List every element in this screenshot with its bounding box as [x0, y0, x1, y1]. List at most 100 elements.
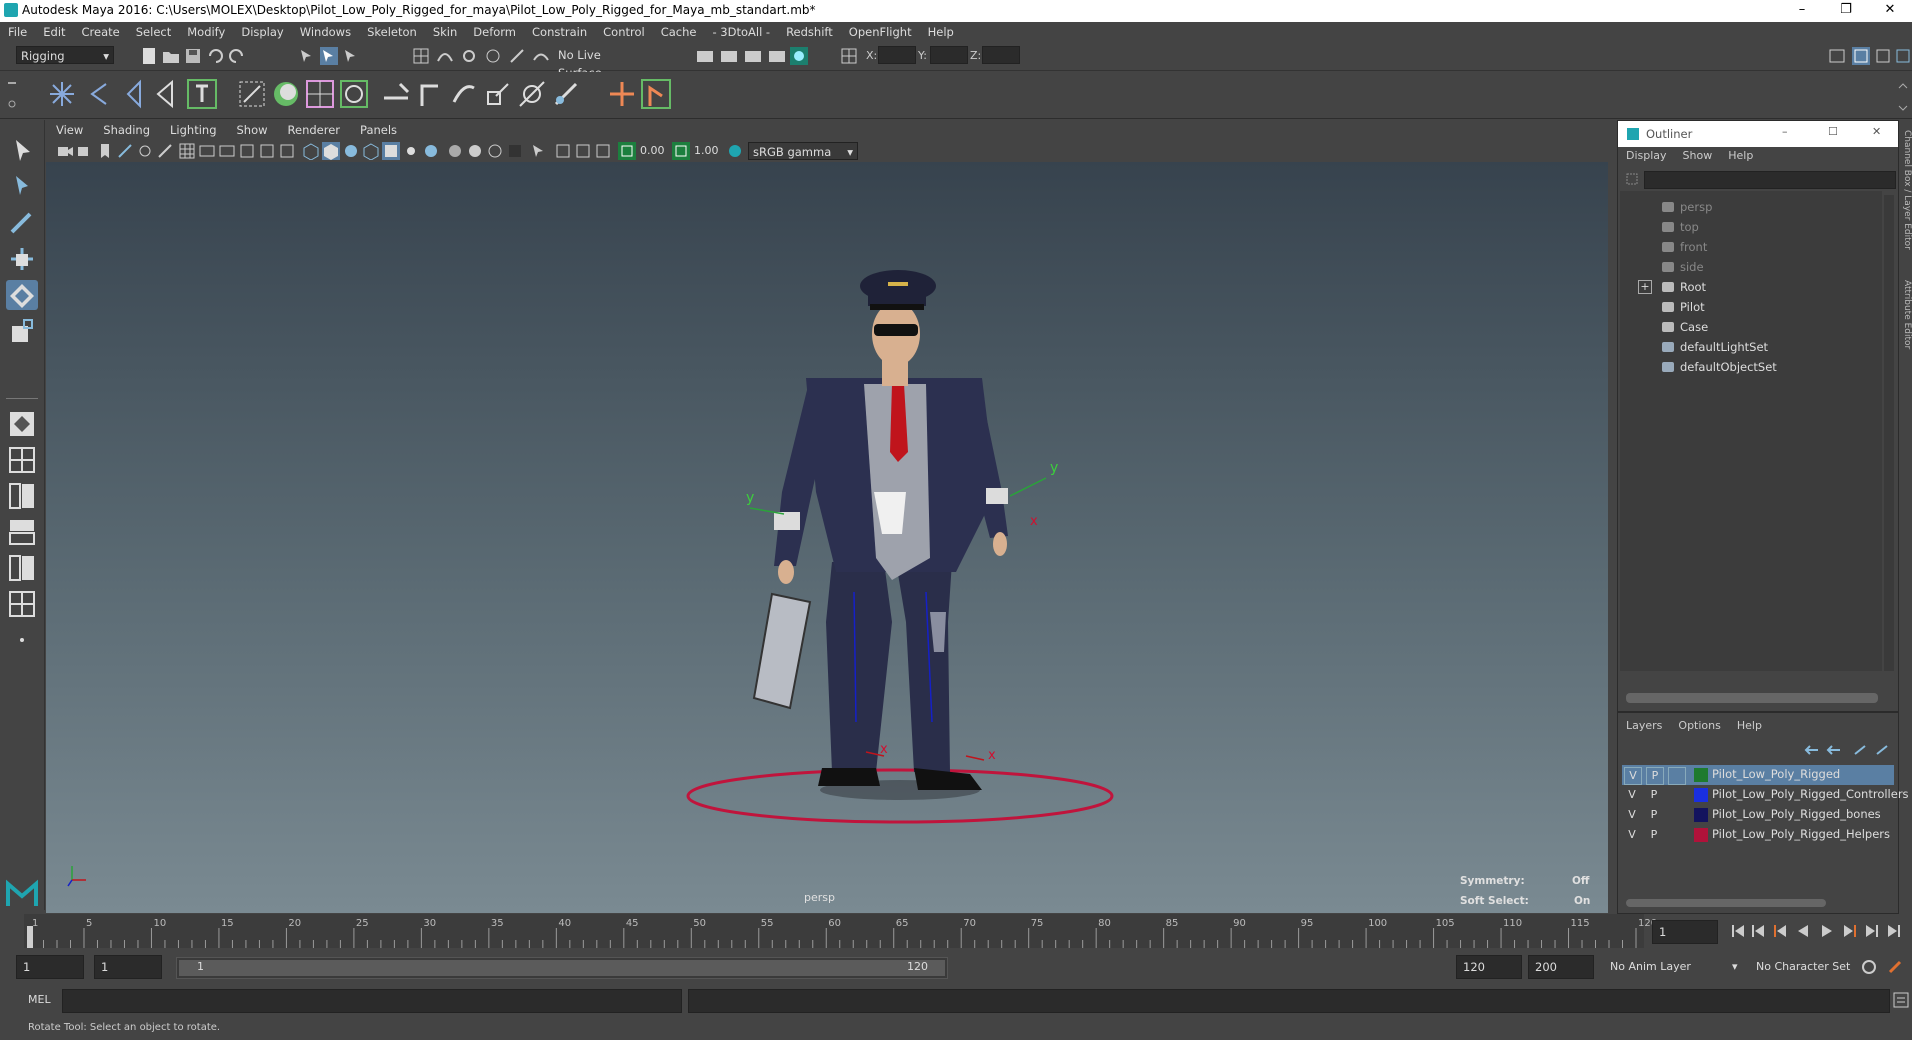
x-field[interactable] — [878, 46, 916, 64]
layer-row[interactable]: V P Pilot_Low_Poly_Rigged_bones — [1622, 805, 1894, 825]
menu-control[interactable]: Control — [595, 25, 653, 39]
go-to-end-icon[interactable] — [1888, 925, 1900, 937]
range-slider[interactable]: 1 120 — [176, 957, 948, 979]
expand-toggle-icon[interactable]: + — [1638, 280, 1652, 294]
tab-channel-box[interactable]: Channel Box / Layer Editor — [1900, 130, 1912, 260]
outliner-item[interactable]: front — [1680, 237, 1707, 257]
menuset-dropdown[interactable]: Rigging ▾ — [16, 46, 114, 64]
outliner-close-button[interactable]: ✕ — [1872, 125, 1881, 138]
gamma-icon[interactable] — [672, 142, 690, 160]
ik-handle-icon[interactable] — [186, 78, 218, 110]
exposure-value[interactable]: 0.00 — [640, 144, 665, 157]
gate-mask-icon[interactable] — [238, 142, 256, 160]
select-component-icon[interactable] — [342, 47, 360, 65]
ipr-render-icon[interactable] — [744, 47, 762, 65]
layer-visibility-toggle[interactable]: V — [1624, 807, 1640, 823]
menu-modify[interactable]: Modify — [179, 25, 233, 39]
layer-row[interactable]: V P Pilot_Low_Poly_Rigged — [1622, 765, 1894, 785]
layer-color-swatch[interactable] — [1694, 768, 1708, 782]
layer-display-type-toggle[interactable] — [1668, 827, 1684, 843]
layer-row[interactable]: V P Pilot_Low_Poly_Rigged_Controllers — [1622, 785, 1909, 805]
xray-components-icon[interactable] — [594, 142, 612, 160]
shelf-menu-icon[interactable] — [4, 76, 20, 114]
layer-visibility-toggle[interactable]: V — [1624, 787, 1640, 803]
persp-uv-layout-icon[interactable] — [6, 588, 38, 618]
toolbox-more-icon[interactable] — [6, 624, 38, 654]
outliner-item[interactable]: Pilot — [1680, 297, 1705, 317]
scale-constraint-icon[interactable] — [482, 78, 514, 110]
grid-toggle-icon[interactable] — [178, 142, 196, 160]
move-layer-down-icon[interactable] — [1826, 743, 1842, 757]
minimize-button[interactable]: – — [1780, 0, 1824, 22]
script-editor-icon[interactable] — [1892, 991, 1910, 1009]
select-tool-icon[interactable] — [6, 136, 38, 166]
undo-icon[interactable] — [206, 47, 224, 65]
outliner-maximize-button[interactable]: ☐ — [1828, 125, 1838, 138]
new-scene-icon[interactable] — [140, 47, 158, 65]
outliner-item[interactable]: persp — [1680, 197, 1712, 217]
play-forwards-icon[interactable] — [1822, 925, 1832, 937]
create-joints-icon[interactable] — [46, 78, 78, 110]
select-hierarchy-icon[interactable] — [298, 47, 316, 65]
open-scene-icon[interactable] — [162, 47, 180, 65]
menu-redshift[interactable]: Redshift — [778, 25, 841, 39]
move-tool-icon[interactable] — [6, 244, 38, 274]
menu-windows[interactable]: Windows — [292, 25, 359, 39]
use-all-lights-icon[interactable] — [402, 142, 420, 160]
wireframe-icon[interactable] — [302, 142, 320, 160]
motion-blur-icon[interactable] — [466, 142, 484, 160]
tab-attribute-editor[interactable]: Attribute Editor — [1900, 280, 1912, 360]
resolution-gate-icon[interactable] — [218, 142, 236, 160]
parent-constraint-icon[interactable] — [516, 78, 548, 110]
lattice-icon[interactable] — [304, 78, 336, 110]
outliner-item[interactable]: side — [1680, 257, 1704, 277]
character-set-dropdown[interactable]: No Character Set — [1756, 960, 1850, 973]
panel-menu-shading[interactable]: Shading — [93, 123, 160, 137]
menu-constrain[interactable]: Constrain — [524, 25, 595, 39]
playback-end-field[interactable]: 120 — [1456, 955, 1522, 979]
make-live-icon[interactable] — [532, 47, 550, 65]
view-transform-dropdown[interactable]: sRGB gamma ▾ — [748, 142, 858, 160]
shadows-icon[interactable] — [422, 142, 440, 160]
outliner-menu-show[interactable]: Show — [1675, 149, 1721, 167]
menu-display[interactable]: Display — [233, 25, 291, 39]
bind-skin-icon[interactable] — [236, 78, 268, 110]
depth-of-field-icon[interactable] — [506, 142, 524, 160]
layer-row[interactable]: V P Pilot_Low_Poly_Rigged_Helpers — [1622, 825, 1894, 845]
point-constraint-icon[interactable] — [380, 78, 412, 110]
move-layer-up-icon[interactable] — [1804, 743, 1820, 757]
outliner-item[interactable]: top — [1680, 217, 1699, 237]
select-camera-icon[interactable] — [56, 142, 74, 160]
outliner-item[interactable]: defaultLightSet — [1680, 337, 1768, 357]
y-field[interactable] — [930, 46, 968, 64]
layer-playback-toggle[interactable]: P — [1646, 787, 1662, 803]
attribute-editor-toggle-icon[interactable] — [1852, 47, 1870, 65]
locator-icon[interactable] — [606, 78, 638, 110]
menu-3dtoall[interactable]: - 3DtoAll - — [704, 25, 778, 39]
restore-button[interactable]: ❐ — [1824, 0, 1868, 22]
panel-menu-renderer[interactable]: Renderer — [278, 123, 351, 137]
grease-pencil-icon[interactable] — [156, 142, 174, 160]
layer-color-swatch[interactable] — [1694, 788, 1708, 802]
menu-edit[interactable]: Edit — [35, 25, 73, 39]
layer-menu-layers[interactable]: Layers — [1618, 719, 1670, 737]
bookmarks-icon[interactable] — [96, 142, 114, 160]
wireframe-on-shaded-icon[interactable] — [362, 142, 380, 160]
new-layer-icon[interactable] — [1852, 743, 1868, 757]
render-frame-icon[interactable] — [720, 47, 738, 65]
aim-constraint-icon[interactable] — [414, 78, 446, 110]
outliner-vscrollbar[interactable] — [1884, 195, 1894, 671]
outliner-item[interactable]: defaultObjectSet — [1680, 357, 1777, 377]
outliner-item[interactable]: Root — [1680, 277, 1706, 297]
step-back-frame-icon[interactable] — [1774, 925, 1786, 937]
paint-select-tool-icon[interactable] — [6, 208, 38, 238]
z-field[interactable] — [982, 46, 1020, 64]
hik-icon[interactable] — [640, 78, 672, 110]
paint-weights-icon[interactable] — [270, 78, 302, 110]
panel-menu-panels[interactable]: Panels — [350, 123, 407, 137]
layer-menu-help[interactable]: Help — [1729, 719, 1770, 737]
render-view-icon[interactable] — [696, 47, 714, 65]
menu-openflight[interactable]: OpenFlight — [841, 25, 920, 39]
menu-cache[interactable]: Cache — [653, 25, 705, 39]
safe-action-icon[interactable] — [278, 142, 296, 160]
